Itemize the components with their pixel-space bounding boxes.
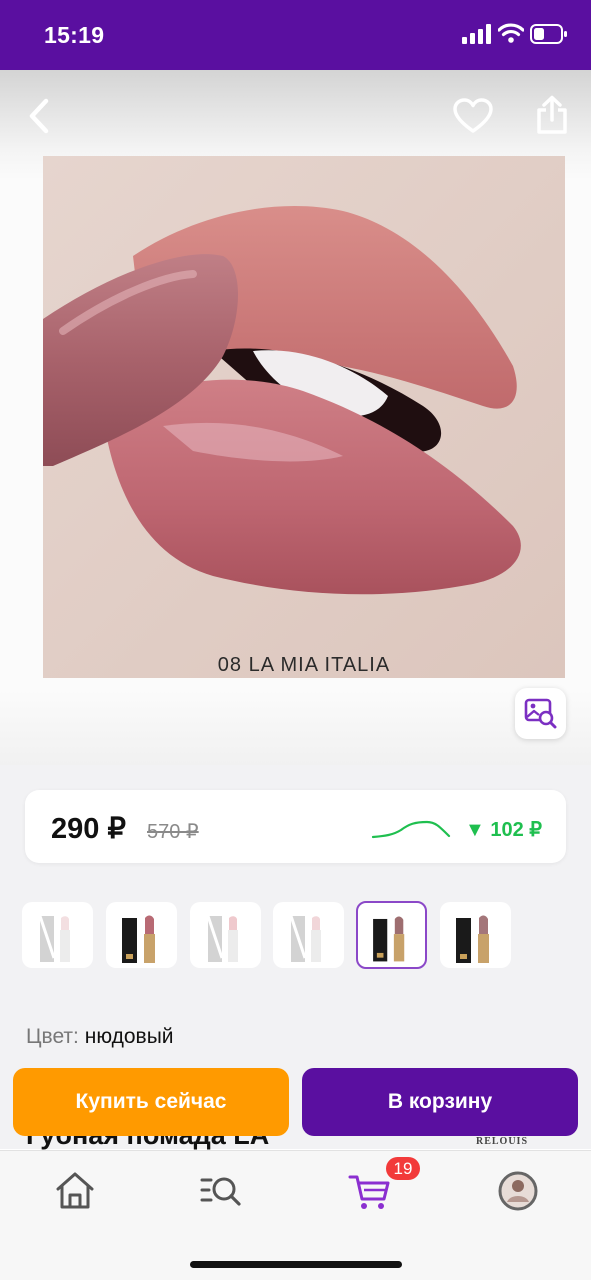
lipstick-thumb-unavailable <box>206 915 238 962</box>
variant-thumb[interactable] <box>190 902 261 968</box>
home-indicator <box>190 1261 402 1268</box>
profile-avatar[interactable] <box>496 1169 540 1213</box>
wifi-icon <box>498 23 524 43</box>
variant-thumb[interactable] <box>273 902 344 968</box>
lipstick-thumb <box>122 915 155 963</box>
add-to-cart-button[interactable]: В корзину <box>302 1068 578 1136</box>
cart-count-badge: 19 <box>384 1155 422 1182</box>
catalog-search-icon[interactable] <box>199 1169 243 1213</box>
product-photo[interactable]: 08 LA MIA ITALIA <box>43 156 565 678</box>
lipstick-thumb <box>456 915 489 963</box>
back-arrow-icon[interactable] <box>22 96 58 136</box>
price-drop-badge: ▼ 102 ₽ <box>465 819 543 841</box>
photo-caption: 08 LA MIA ITALIA <box>218 654 390 676</box>
lipstick-thumb-unavailable <box>289 915 321 962</box>
old-price: 570 ₽ <box>147 821 199 843</box>
price-card[interactable]: 290 ₽ 570 ₽ ▼ 102 ₽ <box>25 790 566 863</box>
variant-thumb[interactable] <box>22 902 93 968</box>
buy-now-button[interactable]: Купить сейчас <box>13 1068 289 1136</box>
variant-thumb[interactable] <box>106 902 177 968</box>
lips-lipstick-illustration: 08 LA MIA ITALIA <box>43 156 565 678</box>
color-info: Цвет: нюдовый <box>26 1025 174 1049</box>
status-bar: 15:19 <box>0 0 591 70</box>
variant-thumb[interactable] <box>440 902 511 968</box>
status-time: 15:19 <box>44 22 105 48</box>
color-value: нюдовый <box>84 1025 174 1048</box>
current-price: 290 ₽ <box>51 813 126 845</box>
variant-thumb-selected[interactable] <box>356 901 427 969</box>
color-label: Цвет: <box>26 1025 79 1048</box>
visual-search-button[interactable] <box>515 688 566 739</box>
home-icon[interactable] <box>53 1169 97 1213</box>
lipstick-thumb-unavailable <box>38 915 70 962</box>
favorite-heart-icon[interactable] <box>452 97 494 135</box>
brand-logo[interactable]: RELOUIS <box>476 1136 528 1147</box>
battery-icon <box>530 24 567 44</box>
lipstick-thumb <box>373 916 405 962</box>
cellular-signal-icon <box>462 24 491 44</box>
color-variants <box>22 901 522 969</box>
price-history-sparkline <box>371 820 451 839</box>
share-icon[interactable] <box>534 94 570 136</box>
image-search-icon <box>524 698 557 729</box>
